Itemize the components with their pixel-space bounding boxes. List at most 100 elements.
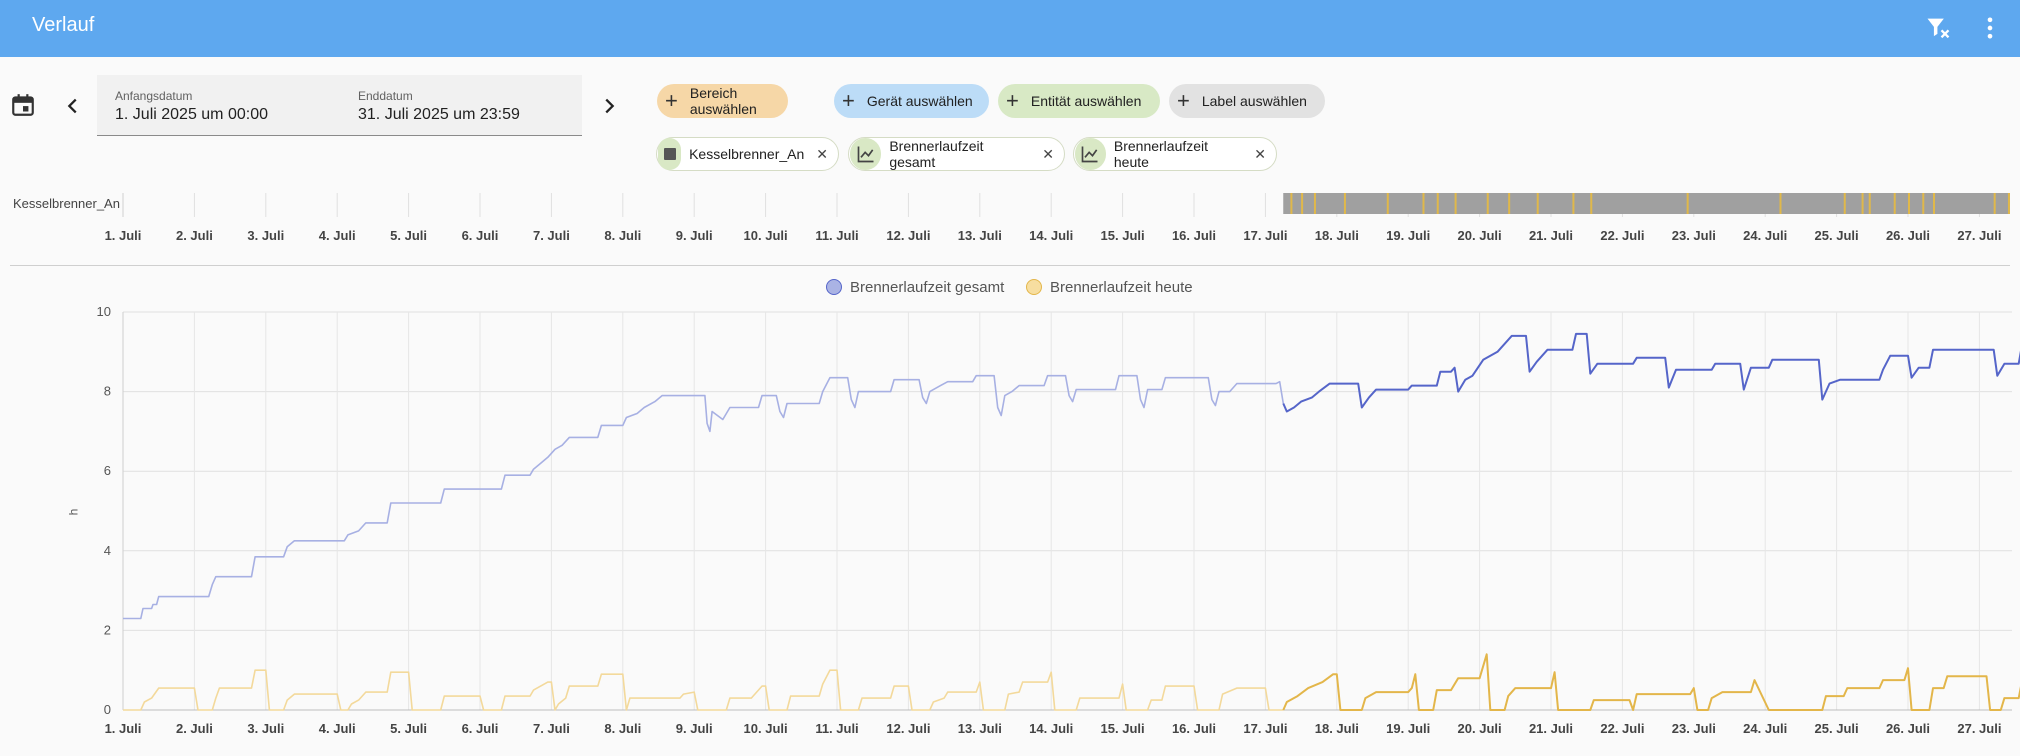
timeline-tick-label: 7. Juli xyxy=(533,228,570,243)
calendar-icon[interactable] xyxy=(10,92,36,123)
add-label-label: Label auswählen xyxy=(1201,93,1307,109)
timeline-tick-label: 2. Juli xyxy=(176,228,213,243)
x-tick-label: 1. Juli xyxy=(105,721,142,736)
add-label-chip[interactable]: + Label auswählen xyxy=(1169,84,1325,118)
timeline-state-blip xyxy=(1436,193,1439,214)
close-icon[interactable]: ✕ xyxy=(1042,146,1054,163)
entity-chip-brennerlaufzeit-heute[interactable]: Brennerlaufzeit heute ✕ xyxy=(1073,137,1277,171)
x-tick-label: 9. Juli xyxy=(676,721,713,736)
x-tick-label: 20. Juli xyxy=(1458,721,1502,736)
x-tick-label: 22. Juli xyxy=(1600,721,1644,736)
timeline-state-blip xyxy=(1422,193,1425,214)
timeline-tick-label: 20. Juli xyxy=(1458,228,1502,243)
x-tick-label: 21. Juli xyxy=(1529,721,1573,736)
y-tick-label: 4 xyxy=(104,543,111,558)
timeline-state-blip xyxy=(1508,193,1511,214)
add-entity-label: Entität auswählen xyxy=(1030,93,1142,109)
entity-chip-label: Brennerlaufzeit gesamt xyxy=(889,138,984,170)
timeline-tick-label: 27. Juli xyxy=(1957,228,2001,243)
add-device-chip[interactable]: + Gerät auswählen xyxy=(834,84,989,118)
add-area-chip[interactable]: + Bereich auswählen xyxy=(657,84,788,118)
plus-icon: + xyxy=(665,88,678,113)
state-timeline[interactable]: 1. Juli 2. Juli 3. Juli 4. Juli 5. Juli 6. Ju… xyxy=(0,185,2020,250)
y-tick-label: 10 xyxy=(97,304,111,319)
close-icon[interactable]: ✕ xyxy=(816,146,828,163)
legend-label: Brennerlaufzeit heute xyxy=(1050,278,1193,296)
x-tick-label: 3. Juli xyxy=(247,721,284,736)
chevron-left-icon[interactable] xyxy=(62,94,84,123)
x-tick-label: 5. Juli xyxy=(390,721,427,736)
date-range-picker[interactable]: Anfangsdatum 1. Juli 2025 um 00:00 Endda… xyxy=(97,75,582,136)
entity-chip-label: Brennerlaufzeit heute xyxy=(1113,138,1209,170)
x-tick-label: 11. Juli xyxy=(815,721,858,736)
x-tick-label: 10. Juli xyxy=(744,721,788,736)
timeline-tick-label: 3. Juli xyxy=(247,228,284,243)
legend-item-gesamt[interactable]: Brennerlaufzeit gesamt xyxy=(826,276,1004,298)
entity-chip-kesselbrenner[interactable]: Kesselbrenner_An ✕ xyxy=(656,137,839,171)
timeline-state-blip xyxy=(1779,193,1782,214)
plus-icon: + xyxy=(1006,88,1019,113)
timeline-tick-label: 6. Juli xyxy=(462,228,499,243)
timeline-state-blip xyxy=(1536,193,1539,214)
timeline-state-blip xyxy=(1343,193,1346,214)
plus-icon: + xyxy=(842,88,855,113)
series-line-gesamt-history xyxy=(123,374,1285,620)
more-vert-icon[interactable] xyxy=(1976,14,2004,42)
close-icon[interactable]: ✕ xyxy=(1254,146,1266,163)
timeline-state-blip xyxy=(1922,193,1925,214)
x-tick-label: 2. Juli xyxy=(176,721,213,736)
divider xyxy=(10,265,2010,266)
line-chart[interactable]: 0 2 4 6 8 10 1. Juli 2. Juli 3. Juli 4. Juli 5. Ju… xyxy=(0,300,2020,750)
x-tick-label: 23. Juli xyxy=(1672,721,1716,736)
timeline-tick-label: 25. Juli xyxy=(1815,228,1859,243)
start-date-label: Anfangsdatum xyxy=(115,89,193,103)
timeline-tick-label: 19. Juli xyxy=(1386,228,1430,243)
timeline-tick-label: 10. Juli xyxy=(744,228,788,243)
x-tick-label: 19. Juli xyxy=(1386,721,1430,736)
y-tick-label: 8 xyxy=(104,384,111,399)
square-icon xyxy=(658,138,682,170)
timeline-state-blip xyxy=(1486,193,1489,214)
timeline-state-blip xyxy=(1843,193,1846,214)
timeline-tick-label: 12. Juli xyxy=(886,228,930,243)
x-tick-label: 12. Juli xyxy=(886,721,930,736)
chevron-right-icon[interactable] xyxy=(598,94,620,123)
legend-item-heute[interactable]: Brennerlaufzeit heute xyxy=(1026,276,1193,298)
x-tick-label: 15. Juli xyxy=(1101,721,1145,736)
timeline-state-blip xyxy=(1686,193,1689,214)
filter-remove-icon[interactable] xyxy=(1924,14,1952,42)
timeline-tick-label: 24. Juli xyxy=(1743,228,1787,243)
plus-icon: + xyxy=(1177,88,1190,113)
timeline-state-blip xyxy=(2007,193,2010,214)
x-tick-label: 8. Juli xyxy=(604,721,641,736)
x-tick-label: 24. Juli xyxy=(1743,721,1787,736)
x-tick-label: 26. Juli xyxy=(1886,721,1930,736)
timeline-state-blip xyxy=(1313,193,1316,214)
x-tick-label: 27. Juli xyxy=(1957,721,2001,736)
end-date-label: Enddatum xyxy=(358,89,413,103)
x-tick-label: 14. Juli xyxy=(1029,721,1073,736)
entity-chip-label: Kesselbrenner_An xyxy=(689,146,805,162)
timeline-tick-label: 9. Juli xyxy=(676,228,713,243)
entity-chip-brennerlaufzeit-gesamt[interactable]: Brennerlaufzeit gesamt ✕ xyxy=(848,137,1065,171)
add-entity-chip[interactable]: + Entität auswählen xyxy=(998,84,1160,118)
timeline-tick-label: 5. Juli xyxy=(390,228,427,243)
end-date-value[interactable]: 31. Juli 2025 um 23:59 xyxy=(358,106,520,124)
chart-line-icon xyxy=(850,138,882,170)
timeline-state-blip xyxy=(1572,193,1575,214)
x-tick-label: 4. Juli xyxy=(319,721,356,736)
timeline-state-blip xyxy=(1932,193,1935,214)
timeline-tick-label: 11. Juli xyxy=(815,228,858,243)
timeline-tick-label: 21. Juli xyxy=(1529,228,1573,243)
timeline-state-blip xyxy=(1590,193,1593,214)
start-date-value[interactable]: 1. Juli 2025 um 00:00 xyxy=(115,106,268,124)
timeline-state-blip xyxy=(1893,193,1896,214)
x-tick-label: 13. Juli xyxy=(958,721,1002,736)
timeline-state-blip xyxy=(1454,193,1457,214)
timeline-tick-label: 1. Juli xyxy=(105,228,142,243)
legend-label: Brennerlaufzeit gesamt xyxy=(850,278,1005,296)
timeline-tick-label: 18. Juli xyxy=(1315,228,1359,243)
timeline-tick-label: 26. Juli xyxy=(1886,228,1930,243)
timeline-state-blip xyxy=(1301,193,1304,214)
legend-swatch xyxy=(826,279,842,295)
